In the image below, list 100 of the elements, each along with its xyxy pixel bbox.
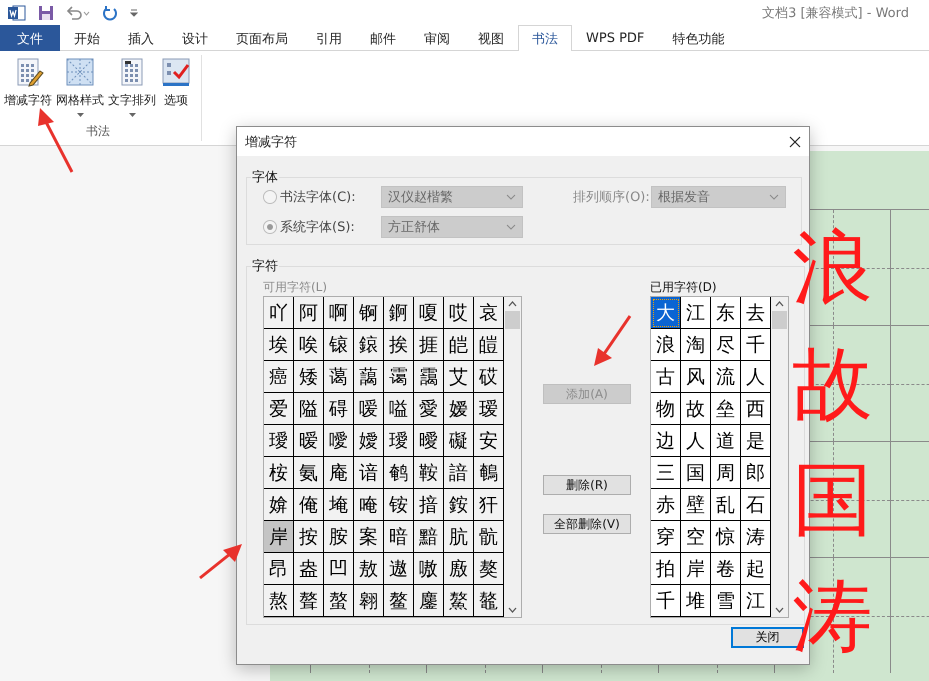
character-cell[interactable]: 鰲 bbox=[444, 585, 474, 617]
character-cell[interactable]: 肮 bbox=[444, 521, 474, 553]
character-cell[interactable]: 流 bbox=[711, 361, 741, 393]
character-cell[interactable]: 嗄 bbox=[414, 297, 444, 329]
save-icon[interactable] bbox=[38, 4, 54, 20]
character-cell[interactable]: 拍 bbox=[651, 553, 681, 585]
character-cell[interactable]: 周 bbox=[711, 457, 741, 489]
character-cell[interactable]: 鞍 bbox=[414, 457, 444, 489]
ribbon-tab[interactable]: 页面布局 bbox=[222, 25, 302, 51]
character-cell[interactable]: 曖 bbox=[414, 425, 444, 457]
character-cell[interactable]: 大 bbox=[651, 297, 681, 329]
character-cell[interactable]: 江 bbox=[681, 297, 711, 329]
file-tab[interactable]: 文件 bbox=[0, 25, 60, 51]
character-cell[interactable]: 敖 bbox=[354, 553, 384, 585]
ribbon-tab[interactable]: 设计 bbox=[168, 25, 222, 51]
character-cell[interactable]: 淘 bbox=[681, 329, 711, 361]
character-cell[interactable]: 岸 bbox=[264, 521, 294, 553]
character-cell[interactable]: 堆 bbox=[681, 585, 711, 617]
character-cell[interactable]: 黯 bbox=[414, 521, 444, 553]
character-cell[interactable]: 胺 bbox=[324, 521, 354, 553]
font-dropdown[interactable]: 方正舒体 bbox=[381, 216, 523, 238]
character-cell[interactable]: 锿 bbox=[324, 329, 354, 361]
sort-dropdown[interactable]: 根据发音 bbox=[651, 186, 786, 208]
character-cell[interactable]: 埯 bbox=[324, 489, 354, 521]
action-button[interactable]: 全部删除(V) bbox=[543, 514, 631, 534]
ribbon-tab[interactable]: 书法 bbox=[518, 25, 572, 51]
character-cell[interactable]: 鹌 bbox=[384, 457, 414, 489]
character-cell[interactable]: 嗳 bbox=[354, 393, 384, 425]
character-cell[interactable]: 艾 bbox=[444, 361, 474, 393]
scroll-thumb[interactable] bbox=[505, 311, 520, 329]
character-cell[interactable]: 暗 bbox=[384, 521, 414, 553]
character-cell[interactable]: 唉 bbox=[294, 329, 324, 361]
character-cell[interactable]: 穿 bbox=[651, 521, 681, 553]
character-cell[interactable]: 廒 bbox=[444, 553, 474, 585]
character-cell[interactable]: 暧 bbox=[294, 425, 324, 457]
character-cell[interactable]: 鳌 bbox=[384, 585, 414, 617]
character-cell[interactable]: 鏖 bbox=[414, 585, 444, 617]
ribbon-button[interactable]: 文字排列 bbox=[107, 55, 157, 123]
character-cell[interactable]: 靄 bbox=[414, 361, 444, 393]
ribbon-tab[interactable]: 开始 bbox=[60, 25, 114, 51]
undo-icon[interactable] bbox=[66, 6, 90, 20]
character-cell[interactable]: 雪 bbox=[711, 585, 741, 617]
character-cell[interactable]: 尽 bbox=[711, 329, 741, 361]
character-cell[interactable]: 谙 bbox=[354, 457, 384, 489]
character-cell[interactable]: 捱 bbox=[414, 329, 444, 361]
character-cell[interactable]: 癌 bbox=[264, 361, 294, 393]
character-cell[interactable]: 挨 bbox=[384, 329, 414, 361]
character-cell[interactable]: 物 bbox=[651, 393, 681, 425]
character-cell[interactable]: 霭 bbox=[384, 361, 414, 393]
character-cell[interactable]: 熬 bbox=[264, 585, 294, 617]
character-cell[interactable]: 璦 bbox=[264, 425, 294, 457]
character-cell[interactable]: 嗌 bbox=[384, 393, 414, 425]
character-cell[interactable]: 遨 bbox=[384, 553, 414, 585]
character-cell[interactable]: 啊 bbox=[324, 297, 354, 329]
character-cell[interactable]: 凹 bbox=[324, 553, 354, 585]
ribbon-tab[interactable]: 插入 bbox=[114, 25, 168, 51]
character-cell[interactable]: 锕 bbox=[354, 297, 384, 329]
character-cell[interactable]: 揞 bbox=[414, 489, 444, 521]
character-cell[interactable]: 隘 bbox=[294, 393, 324, 425]
character-cell[interactable]: 壁 bbox=[681, 489, 711, 521]
character-cell[interactable]: 垒 bbox=[711, 393, 741, 425]
action-button[interactable]: 删除(R) bbox=[543, 475, 631, 495]
ribbon-tab[interactable]: 视图 bbox=[464, 25, 518, 51]
character-cell[interactable]: 螯 bbox=[324, 585, 354, 617]
character-cell[interactable]: 翱 bbox=[354, 585, 384, 617]
character-cell[interactable]: 哎 bbox=[444, 297, 474, 329]
font-dropdown[interactable]: 汉仪赵楷繁 bbox=[381, 186, 523, 208]
character-cell[interactable]: 岸 bbox=[681, 553, 711, 585]
character-cell[interactable]: 諳 bbox=[444, 457, 474, 489]
scroll-thumb[interactable] bbox=[772, 311, 787, 329]
close-icon[interactable] bbox=[789, 136, 801, 148]
character-cell[interactable]: 故 bbox=[681, 393, 711, 425]
ribbon-tab[interactable]: 特色功能 bbox=[658, 25, 738, 51]
ribbon-tab[interactable]: 审阅 bbox=[410, 25, 464, 51]
character-cell[interactable]: 庵 bbox=[324, 457, 354, 489]
character-cell[interactable]: 蔼 bbox=[324, 361, 354, 393]
character-cell[interactable]: 銨 bbox=[444, 489, 474, 521]
character-cell[interactable]: 千 bbox=[651, 585, 681, 617]
character-cell[interactable]: 埃 bbox=[264, 329, 294, 361]
character-cell[interactable]: 东 bbox=[711, 297, 741, 329]
character-cell[interactable]: 浪 bbox=[651, 329, 681, 361]
ribbon-button[interactable]: 选项 bbox=[159, 55, 193, 123]
character-cell[interactable]: 噯 bbox=[324, 425, 354, 457]
character-cell[interactable]: 卷 bbox=[711, 553, 741, 585]
scrollbar[interactable] bbox=[771, 297, 788, 617]
character-cell[interactable]: 按 bbox=[294, 521, 324, 553]
character-cell[interactable]: 国 bbox=[681, 457, 711, 489]
character-list[interactable]: 大 江 东 去 浪 淘 尽 千 古 风 流 人 物 故 垒 西 边 人 道 是 三 国 周 郎 赤 壁 乱 石 穿 空 惊 涛 拍 岸 卷 起 千 堆 雪 江 bbox=[650, 296, 789, 618]
ribbon-tab[interactable]: WPS PDF bbox=[572, 25, 658, 51]
character-cell[interactable]: 惊 bbox=[711, 521, 741, 553]
redo-icon[interactable] bbox=[102, 4, 118, 20]
character-cell[interactable]: 铵 bbox=[384, 489, 414, 521]
character-cell[interactable]: 古 bbox=[651, 361, 681, 393]
character-cell[interactable]: 碍 bbox=[324, 393, 354, 425]
character-cell[interactable]: 唵 bbox=[354, 489, 384, 521]
character-cell[interactable]: 案 bbox=[354, 521, 384, 553]
character-cell[interactable]: 嬡 bbox=[354, 425, 384, 457]
character-list[interactable]: 吖 阿 啊 锕 錒 嗄 哎 哀 埃 唉 锿 鎄 挨 捱 皑 皚 癌 矮 蔼 藹 霭 靄 艾 砹 爱 隘 碍 嗳 嗌 愛 嫒 瑷 璦 暧 噯 嬡 璦 曖 礙 安 桉 氨 庵 谙 鹌 鞍 諳 鵪 媕 俺 埯 唵 铵 揞 銨 犴 岸 按 胺 案 暗 黯 肮 骯 昂 盎 凹 敖 遨 嗷 廒 獒 熬 聱 螯 翱 鳌 鏖 鰲 鼇 bbox=[263, 296, 522, 618]
character-cell[interactable]: 璦 bbox=[384, 425, 414, 457]
character-cell[interactable]: 皑 bbox=[444, 329, 474, 361]
